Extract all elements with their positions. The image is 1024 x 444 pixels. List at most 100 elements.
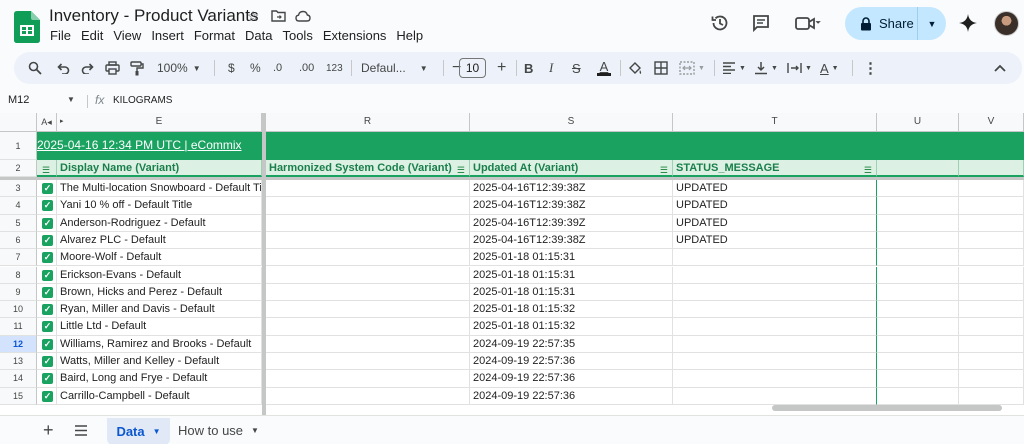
cell-display-name[interactable]: Ryan, Miller and Davis - Default: [57, 301, 262, 319]
cell-status-message[interactable]: [673, 266, 877, 284]
header-cell-v[interactable]: [959, 160, 1024, 177]
cell-status-message[interactable]: [673, 335, 877, 353]
cell-display-name[interactable]: Carrillo-Campbell - Default: [57, 387, 262, 405]
cell-updated-at[interactable]: 2024-09-19 22:57:36: [470, 387, 673, 405]
cell-updated-at[interactable]: 2025-04-16T12:39:38Z: [470, 197, 673, 215]
fill-color-icon[interactable]: [628, 52, 643, 84]
cell-u[interactable]: [877, 249, 959, 267]
cell-v[interactable]: [959, 249, 1024, 267]
row-header[interactable]: 7: [0, 249, 37, 267]
cell-status-message[interactable]: UPDATED: [673, 231, 877, 250]
cell-harmonized-code[interactable]: [266, 197, 470, 215]
cell-harmonized-code[interactable]: [266, 214, 470, 232]
increase-font-size-button[interactable]: +: [497, 52, 506, 84]
cell-updated-at[interactable]: 2024-09-19 22:57:35: [470, 335, 673, 353]
cell-display-name[interactable]: Little Ltd - Default: [57, 318, 262, 336]
formula-input[interactable]: KILOGRAMS: [113, 95, 172, 106]
cell-harmonized-code[interactable]: [266, 335, 470, 353]
column-freeze-divider[interactable]: [262, 113, 266, 415]
checkbox-checked[interactable]: ✓: [42, 183, 53, 194]
cell-u[interactable]: [877, 318, 959, 336]
cell-u[interactable]: [877, 370, 959, 388]
number-format-button[interactable]: 123: [326, 52, 343, 84]
bold-button[interactable]: B: [524, 52, 533, 84]
cell-harmonized-code[interactable]: [266, 180, 470, 198]
row-header-2[interactable]: 2: [0, 160, 37, 177]
cell-status-message[interactable]: [673, 283, 877, 302]
cell-status-message[interactable]: [673, 387, 877, 405]
checkbox-checked[interactable]: ✓: [42, 390, 53, 402]
column-header-e[interactable]: ▸ E: [57, 113, 262, 132]
cell-status-message[interactable]: [673, 370, 877, 388]
row-freeze-divider[interactable]: [0, 177, 1024, 180]
cell-status-message[interactable]: UPDATED: [673, 180, 877, 198]
cell-updated-at[interactable]: 2025-04-16T12:39:38Z: [470, 180, 673, 198]
checkbox-checked[interactable]: ✓: [42, 338, 53, 350]
cell-display-name[interactable]: Alvarez PLC - Default: [57, 231, 262, 250]
cell-status-message[interactable]: [673, 353, 877, 371]
menu-extensions[interactable]: Extensions: [318, 28, 392, 44]
text-color-button[interactable]: A: [597, 52, 611, 84]
cell-harmonized-code[interactable]: [266, 301, 470, 319]
star-icon[interactable]: ☆: [245, 8, 261, 25]
filter-icon[interactable]: ☰: [457, 162, 465, 175]
chevron-down-icon[interactable]: ▼: [67, 95, 75, 104]
cell-status-message[interactable]: UPDATED: [673, 197, 877, 215]
horizontal-align-icon[interactable]: ▼: [722, 52, 746, 84]
cell-v[interactable]: [959, 266, 1024, 284]
sheets-logo-icon[interactable]: [14, 11, 40, 43]
column-header-r[interactable]: R: [266, 113, 470, 132]
merge-cells-icon[interactable]: ▼: [679, 52, 705, 84]
checkbox-checked[interactable]: ✓: [42, 252, 53, 264]
cell-v[interactable]: [959, 335, 1024, 353]
cell-display-name[interactable]: Erickson-Evans - Default: [57, 266, 262, 284]
cell-u[interactable]: [877, 180, 959, 198]
checkbox-checked[interactable]: ✓: [42, 304, 53, 316]
cell-harmonized-code[interactable]: [266, 266, 470, 284]
cell-harmonized-code[interactable]: [266, 283, 470, 302]
cell-updated-at[interactable]: 2025-04-16T12:39:38Z: [470, 231, 673, 250]
cell-status-message[interactable]: [673, 301, 877, 319]
cell-u[interactable]: [877, 283, 959, 302]
header-cell-u[interactable]: [877, 160, 959, 177]
row-header[interactable]: 13: [0, 353, 37, 371]
menu-file[interactable]: File: [50, 28, 76, 44]
search-menus-icon[interactable]: [28, 52, 42, 84]
column-header-s[interactable]: S: [470, 113, 673, 132]
increase-decimal-button[interactable]: .00: [299, 52, 314, 84]
cell-u[interactable]: [877, 301, 959, 319]
cell-updated-at[interactable]: 2025-01-18 01:15:31: [470, 249, 673, 267]
filter-icon[interactable]: ☰: [660, 162, 668, 175]
column-header-v[interactable]: V: [959, 113, 1024, 132]
horizontal-scrollbar[interactable]: [772, 405, 1002, 411]
cell-updated-at[interactable]: 2025-01-18 01:15:31: [470, 283, 673, 302]
print-icon[interactable]: [105, 52, 120, 84]
cell-v[interactable]: [959, 214, 1024, 232]
history-icon[interactable]: [709, 12, 731, 34]
row-header[interactable]: 6: [0, 231, 37, 250]
add-sheet-button[interactable]: +: [43, 416, 54, 444]
cell-status-message[interactable]: [673, 249, 877, 267]
cell-display-name[interactable]: Yani 10 % off - Default Title: [57, 197, 262, 215]
checkbox-checked[interactable]: ✓: [42, 373, 53, 385]
row-header[interactable]: 9: [0, 283, 37, 302]
cell-harmonized-code[interactable]: [266, 318, 470, 336]
column-header-t[interactable]: T: [673, 113, 877, 132]
format-currency-button[interactable]: $: [228, 52, 235, 84]
cell-updated-at[interactable]: 2025-04-16T12:39:39Z: [470, 214, 673, 232]
menu-insert[interactable]: Insert: [146, 28, 189, 44]
format-percent-button[interactable]: %: [250, 52, 261, 84]
header-cell-updated-at[interactable]: Updated At (Variant) ☰: [470, 160, 673, 177]
row-header[interactable]: 14: [0, 370, 37, 388]
cell-u[interactable]: [877, 353, 959, 371]
spreadsheet-grid[interactable]: A◂ ▸ E R S T U V 1 2025-04-16 12:34 PM U…: [0, 113, 1024, 415]
vertical-align-icon[interactable]: ▼: [754, 52, 778, 84]
sheet-tab-how-to-use[interactable]: How to use ▼: [178, 416, 259, 444]
cell-status-message[interactable]: [673, 318, 877, 336]
cell-u[interactable]: [877, 266, 959, 284]
cell-v[interactable]: [959, 318, 1024, 336]
cell-updated-at[interactable]: 2024-09-19 22:57:36: [470, 370, 673, 388]
undo-icon[interactable]: [56, 52, 70, 84]
text-wrap-icon[interactable]: ▼: [787, 52, 812, 84]
cell-u[interactable]: [877, 197, 959, 215]
